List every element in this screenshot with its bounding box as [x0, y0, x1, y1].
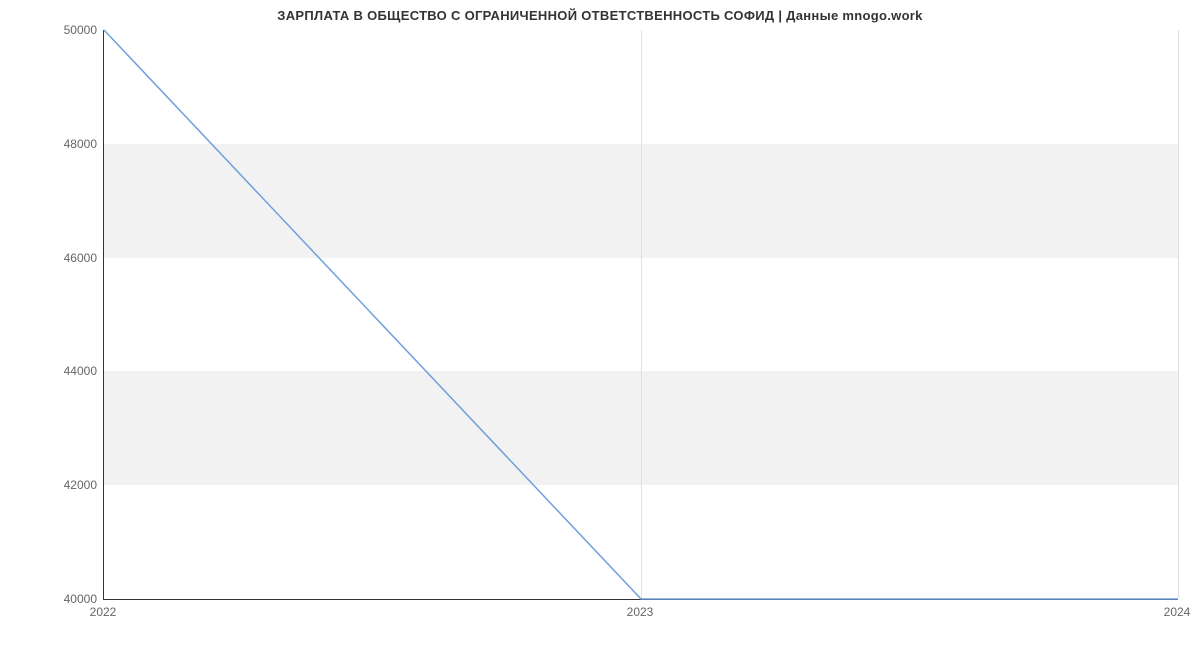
x-tick-label: 2022 [90, 605, 117, 619]
plot-area [103, 30, 1178, 600]
chart-title: ЗАРПЛАТА В ОБЩЕСТВО С ОГРАНИЧЕННОЙ ОТВЕТ… [0, 8, 1200, 23]
line-series [104, 30, 1178, 599]
x-tick-label: 2024 [1164, 605, 1191, 619]
y-tick-label: 50000 [7, 23, 97, 37]
chart-container: ЗАРПЛАТА В ОБЩЕСТВО С ОГРАНИЧЕННОЙ ОТВЕТ… [0, 0, 1200, 650]
y-tick-label: 40000 [7, 592, 97, 606]
y-tick-label: 42000 [7, 478, 97, 492]
y-tick-label: 44000 [7, 364, 97, 378]
x-tick-label: 2023 [627, 605, 654, 619]
y-tick-label: 46000 [7, 251, 97, 265]
x-gridline [1178, 30, 1179, 599]
y-tick-label: 48000 [7, 137, 97, 151]
